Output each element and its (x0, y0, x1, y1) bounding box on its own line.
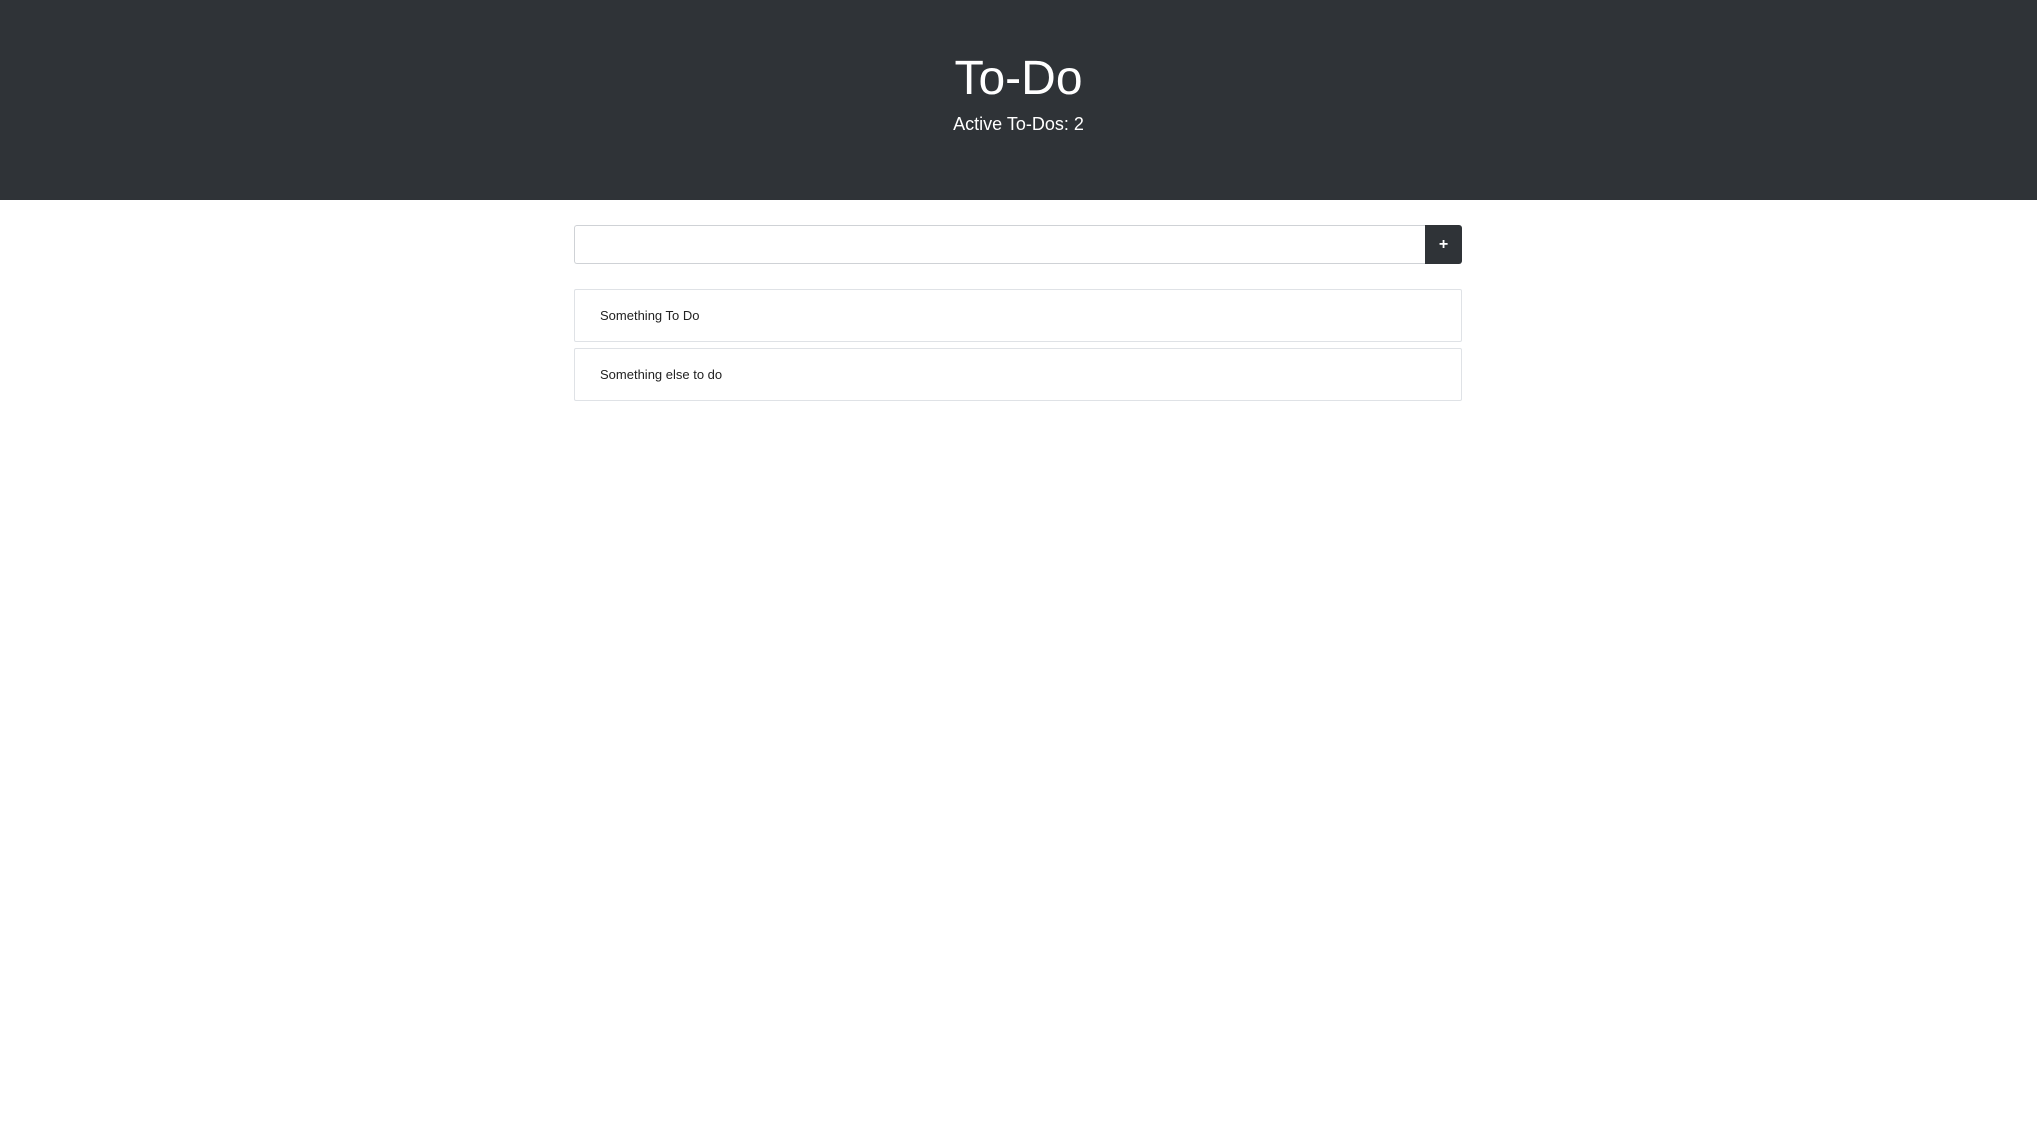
page-header: To-Do Active To-Dos: 2 (0, 0, 2037, 200)
todo-item[interactable]: Something To Do (574, 289, 1462, 342)
todo-item[interactable]: Something else to do (574, 348, 1462, 401)
page-title: To-Do (954, 52, 1083, 105)
todo-list: Something To Do Something else to do (574, 289, 1462, 407)
active-todos-count: Active To-Dos: 2 (953, 114, 1084, 134)
new-todo-input[interactable] (574, 225, 1425, 264)
add-todo-form: + (574, 225, 1462, 264)
add-todo-button[interactable]: + (1425, 225, 1462, 264)
